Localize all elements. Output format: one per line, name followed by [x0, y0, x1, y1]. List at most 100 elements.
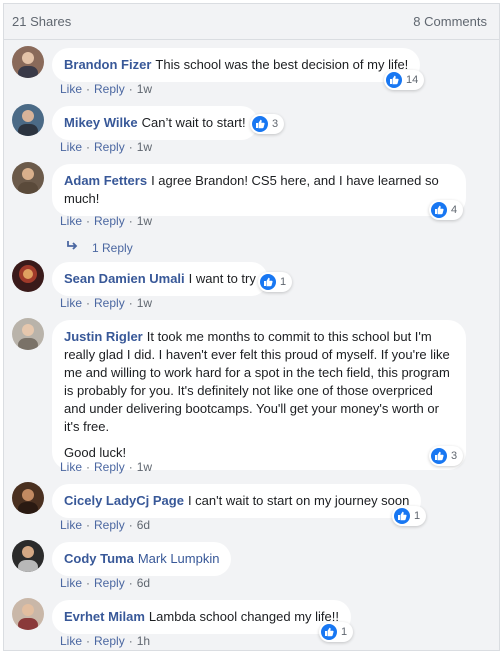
like-link[interactable]: Like — [60, 214, 82, 228]
reaction-badge[interactable]: 3 — [429, 446, 464, 466]
reaction-count: 14 — [406, 74, 419, 86]
comment-author[interactable]: Evrhet Milam — [64, 609, 145, 624]
shares-count[interactable]: 21 Shares — [12, 14, 71, 29]
thumbs-up-icon — [252, 116, 268, 132]
reply-link[interactable]: Reply — [94, 576, 125, 590]
avatar[interactable] — [12, 104, 44, 136]
comment-text: Can’t wait to start! — [141, 115, 246, 130]
reaction-count: 3 — [272, 118, 279, 130]
comment-bubble: Mikey Wilke Can’t wait to start! — [52, 106, 258, 140]
avatar[interactable] — [12, 318, 44, 350]
view-replies-link[interactable]: 1 Reply — [66, 240, 133, 255]
comment-time[interactable]: 1w — [137, 140, 152, 154]
reply-link[interactable]: Reply — [94, 634, 125, 648]
comment-actions: Like · Reply · 1w — [60, 214, 152, 228]
avatar[interactable] — [12, 260, 44, 292]
avatar[interactable] — [12, 598, 44, 630]
avatar[interactable] — [12, 482, 44, 514]
separator: · — [128, 214, 133, 228]
separator: · — [86, 460, 91, 474]
thumbs-up-icon — [321, 624, 337, 640]
comment-time[interactable]: 1w — [137, 460, 152, 474]
comment-author[interactable]: Cody Tuma — [64, 551, 134, 566]
reply-link[interactable]: Reply — [94, 518, 125, 532]
comment-author[interactable]: Sean Damien Umali — [64, 271, 185, 286]
reply-link[interactable]: Reply — [94, 140, 125, 154]
user-avatar-icon — [12, 482, 44, 514]
comment-actions: Like · Reply · 6d — [60, 576, 150, 590]
separator: · — [86, 634, 91, 648]
avatar[interactable] — [12, 46, 44, 78]
reply-link[interactable]: Reply — [94, 296, 125, 310]
like-link[interactable]: Like — [60, 460, 82, 474]
thumbs-up-icon — [386, 72, 402, 88]
comment-author[interactable]: Mikey Wilke — [64, 115, 138, 130]
comment-actions: Like · Reply · 1w — [60, 296, 152, 310]
avatar[interactable] — [12, 162, 44, 194]
reaction-badge[interactable]: 14 — [384, 70, 425, 90]
comment-text: This school was the best decision of my … — [155, 57, 409, 72]
reply-link[interactable]: Reply — [94, 460, 125, 474]
reaction-badge[interactable]: 1 — [258, 272, 293, 292]
separator: · — [128, 82, 133, 96]
comment-actions: Like · Reply · 6d — [60, 518, 150, 532]
user-avatar-icon — [12, 104, 44, 136]
separator: · — [86, 140, 91, 154]
comment-author[interactable]: Justin Rigler — [64, 329, 143, 344]
separator: · — [86, 518, 91, 532]
separator: · — [86, 214, 91, 228]
separator: · — [86, 576, 91, 590]
comment-author[interactable]: Cicely LadyCj Page — [64, 493, 184, 508]
separator: · — [128, 576, 133, 590]
separator: · — [128, 296, 133, 310]
separator: · — [128, 460, 133, 474]
thumbs-up-icon — [431, 448, 447, 464]
comment-time[interactable]: 1w — [137, 82, 152, 96]
comment-actions: Like · Reply · 1h — [60, 634, 150, 648]
thumbs-up-icon — [260, 274, 276, 290]
reply-link[interactable]: Reply — [94, 214, 125, 228]
replies-count: 1 Reply — [92, 240, 133, 255]
comment-bubble: Justin Rigler It took me months to commit… — [52, 320, 466, 470]
user-avatar-icon — [12, 540, 44, 572]
separator: · — [128, 634, 133, 648]
reaction-count: 1 — [280, 276, 287, 288]
reaction-count: 1 — [341, 626, 348, 638]
like-link[interactable]: Like — [60, 82, 82, 96]
reaction-count: 3 — [451, 450, 458, 462]
comment-author[interactable]: Adam Fetters — [64, 173, 147, 188]
reply-arrow-icon — [66, 240, 80, 255]
comment-bubble: Brandon Fizer This school was the best de… — [52, 48, 421, 82]
reaction-badge[interactable]: 4 — [429, 200, 464, 220]
like-link[interactable]: Like — [60, 518, 82, 532]
user-avatar-icon — [12, 318, 44, 350]
user-avatar-icon — [12, 162, 44, 194]
comment-time[interactable]: 1w — [137, 296, 152, 310]
comment-bubble: Cody Tuma Mark Lumpkin — [52, 542, 232, 576]
comment-bubble: Evrhet Milam Lambda school changed my lif… — [52, 600, 351, 634]
comment-time[interactable]: 1h — [137, 634, 150, 648]
comment-time[interactable]: 6d — [137, 576, 150, 590]
comment-text: I can't wait to start on my journey soon — [187, 493, 410, 508]
like-link[interactable]: Like — [60, 576, 82, 590]
separator: · — [86, 82, 91, 96]
separator: · — [128, 518, 133, 532]
reply-link[interactable]: Reply — [94, 82, 125, 96]
comment-time[interactable]: 1w — [137, 214, 152, 228]
comment-bubble: Sean Damien Umali I want to try — [52, 262, 268, 296]
like-link[interactable]: Like — [60, 634, 82, 648]
avatar[interactable] — [12, 540, 44, 572]
reaction-badge[interactable]: 3 — [250, 114, 285, 134]
comments-count[interactable]: 8 Comments — [413, 14, 487, 29]
separator: · — [86, 296, 91, 310]
tagged-user[interactable]: Mark Lumpkin — [138, 551, 220, 566]
comment-time[interactable]: 6d — [137, 518, 150, 532]
like-link[interactable]: Like — [60, 296, 82, 310]
like-link[interactable]: Like — [60, 140, 82, 154]
comments-panel: 21 Shares 8 Comments Brandon Fizer This s… — [3, 3, 500, 651]
comment-actions: Like · Reply · 1w — [60, 82, 152, 96]
reaction-badge[interactable]: 1 — [319, 622, 354, 642]
comment-bubble: Adam Fetters I agree Brandon! CS5 here, a… — [52, 164, 466, 216]
reaction-badge[interactable]: 1 — [392, 506, 427, 526]
comment-author[interactable]: Brandon Fizer — [64, 57, 151, 72]
